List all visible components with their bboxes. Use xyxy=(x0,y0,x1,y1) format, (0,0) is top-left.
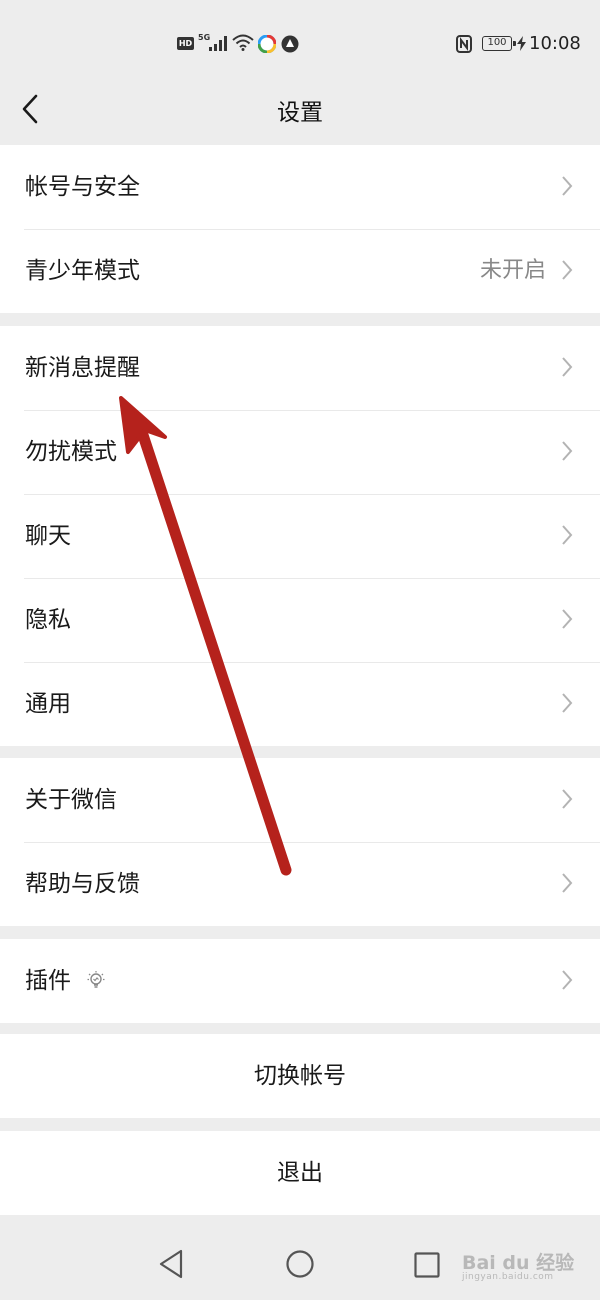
settings-item-teen-mode[interactable]: 青少年模式 未开启 xyxy=(0,229,600,313)
settings-item-label: 聊天 xyxy=(25,523,71,549)
wifi-icon xyxy=(232,34,254,51)
lightbulb-icon xyxy=(87,971,105,988)
chevron-right-icon xyxy=(562,789,573,809)
settings-group-account: 帐号与安全 青少年模式 未开启 xyxy=(0,145,600,313)
settings-item-label: 青少年模式 xyxy=(25,258,140,284)
watermark-sub: jingyan.baidu.com xyxy=(462,1272,554,1282)
settings-item-label: 插件 xyxy=(25,968,71,994)
settings-item-do-not-disturb[interactable]: 勿扰模式 xyxy=(0,410,600,494)
status-bar: HD 5G 100 10:08 xyxy=(0,0,600,88)
settings-item-label: 隐私 xyxy=(25,607,71,633)
page-title: 设置 xyxy=(277,100,323,126)
charging-icon xyxy=(517,36,526,51)
settings-item-label: 新消息提醒 xyxy=(25,355,140,381)
nav-recent-apps-icon[interactable] xyxy=(414,1252,440,1278)
settings-group-plugins: 插件 xyxy=(0,939,600,1023)
settings-item-label: 帮助与反馈 xyxy=(25,871,140,897)
settings-item-help-feedback[interactable]: 帮助与反馈 xyxy=(0,842,600,926)
chevron-right-icon xyxy=(562,357,573,377)
settings-item-about-wechat[interactable]: 关于微信 xyxy=(0,758,600,842)
switch-account-label: 切换帐号 xyxy=(254,1063,346,1089)
settings-item-label: 帐号与安全 xyxy=(25,174,140,200)
signal-icon xyxy=(209,36,227,51)
chevron-right-icon xyxy=(562,260,573,280)
nfc-icon xyxy=(456,35,472,53)
nav-back-icon[interactable] xyxy=(158,1249,184,1279)
settings-item-privacy[interactable]: 隐私 xyxy=(0,578,600,662)
settings-item-label: 通用 xyxy=(25,691,71,717)
chevron-right-icon xyxy=(562,970,573,990)
chevron-right-icon xyxy=(562,873,573,893)
settings-group-about: 关于微信 帮助与反馈 xyxy=(0,758,600,926)
battery-icon: 100 xyxy=(482,36,516,51)
watermark-text: Bai du 经验 xyxy=(462,1252,575,1274)
settings-item-label: 关于微信 xyxy=(25,787,117,813)
chevron-right-icon xyxy=(562,441,573,461)
app-icon xyxy=(281,35,299,53)
chevron-right-icon xyxy=(562,525,573,545)
app-icon xyxy=(258,35,276,53)
switch-account-button[interactable]: 切换帐号 xyxy=(0,1034,600,1118)
settings-item-account-security[interactable]: 帐号与安全 xyxy=(0,145,600,229)
settings-item-new-message-alerts[interactable]: 新消息提醒 xyxy=(0,326,600,410)
settings-item-value: 未开启 xyxy=(479,258,546,283)
hd-icon: HD xyxy=(177,37,194,50)
chevron-right-icon xyxy=(562,609,573,629)
chevron-right-icon xyxy=(562,176,573,196)
chevron-right-icon xyxy=(562,693,573,713)
settings-item-chat[interactable]: 聊天 xyxy=(0,494,600,578)
settings-item-plugins[interactable]: 插件 xyxy=(0,939,600,1023)
logout-button[interactable]: 退出 xyxy=(0,1131,600,1215)
settings-item-label: 勿扰模式 xyxy=(25,439,117,465)
settings-item-general[interactable]: 通用 xyxy=(0,662,600,746)
settings-group-general: 新消息提醒 勿扰模式 聊天 隐私 通用 xyxy=(0,326,600,746)
watermark: Bai du 经验 jingyan.baidu.com xyxy=(462,1248,582,1284)
status-time: 10:08 xyxy=(529,33,581,54)
battery-level: 100 xyxy=(487,37,507,48)
logout-label: 退出 xyxy=(277,1160,323,1186)
nav-home-icon[interactable] xyxy=(286,1250,314,1278)
